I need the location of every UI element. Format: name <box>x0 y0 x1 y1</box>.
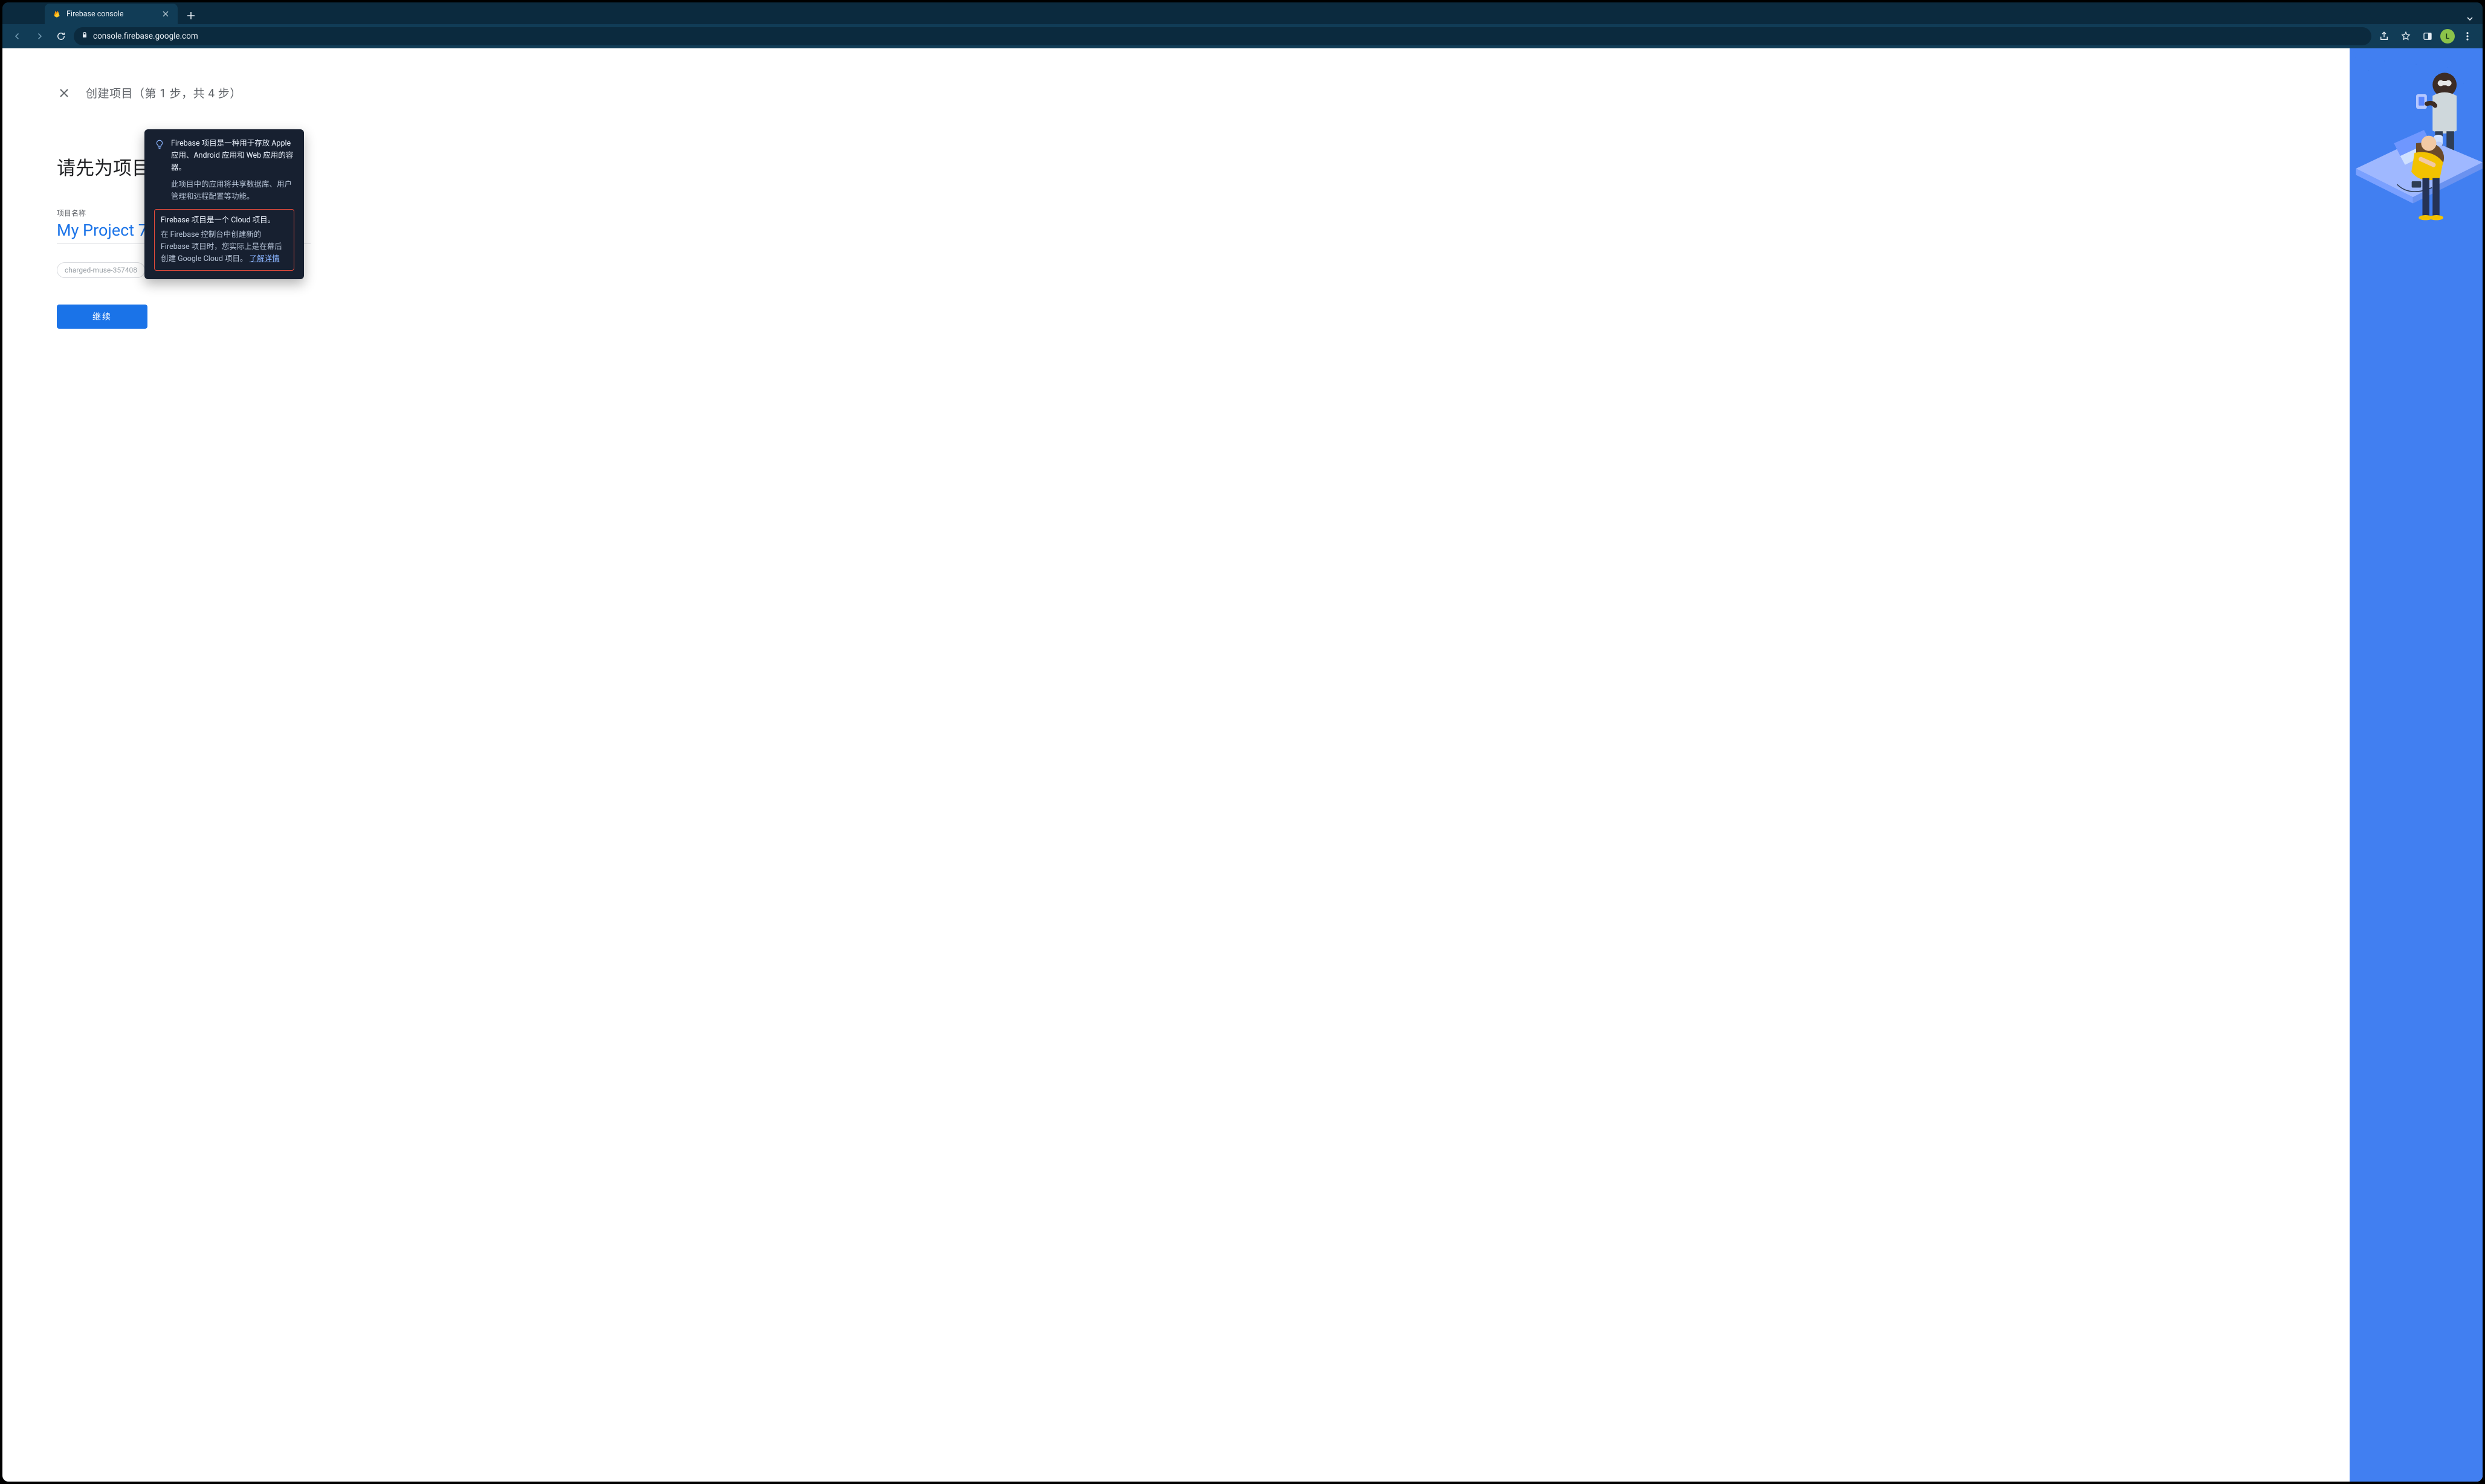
browser-toolbar: console.firebase.google.com L <box>2 24 2483 48</box>
profile-avatar[interactable]: L <box>2440 29 2455 44</box>
forward-button[interactable] <box>30 27 48 45</box>
tabs-dropdown-button[interactable] <box>2464 13 2475 24</box>
firebase-favicon-icon <box>52 9 62 19</box>
lightbulb-icon <box>154 139 165 150</box>
back-button[interactable] <box>8 27 27 45</box>
sidepanel-button[interactable] <box>2419 27 2437 45</box>
heading-prefix: 请先为项目 <box>57 157 150 179</box>
tab-strip: Firebase console <box>2 2 2483 24</box>
page-content: 创建项目（第 1 步，共 4 步） 请先为项目® 轮 项目名称 charged-… <box>2 48 546 365</box>
continue-button[interactable]: 继续 <box>57 305 147 329</box>
address-bar[interactable]: console.firebase.google.com <box>74 27 2371 45</box>
tooltip-box-body: 在 Firebase 控制台中创建新的 Firebase 项目时，您实际上是在幕… <box>161 229 288 265</box>
reload-button[interactable] <box>52 27 70 45</box>
share-button[interactable] <box>2375 27 2393 45</box>
page-title: 创建项目（第 1 步，共 4 步） <box>86 85 242 101</box>
info-tooltip: Firebase 项目是一种用于存放 Apple 应用、Android 应用和 … <box>144 129 304 279</box>
tooltip-line-2: 此项目中的应用将共享数据库、用户管理和远程配置等功能。 <box>171 179 294 203</box>
page-header: 创建项目（第 1 步，共 4 步） <box>57 85 492 101</box>
browser-tab[interactable]: Firebase console <box>45 4 178 24</box>
tooltip-highlight-box: Firebase 项目是一个 Cloud 项目。 在 Firebase 控制台中… <box>154 209 294 271</box>
tab-title: Firebase console <box>66 10 124 19</box>
new-tab-button[interactable] <box>183 7 199 24</box>
close-icon[interactable] <box>57 86 71 100</box>
tooltip-line-1: Firebase 项目是一种用于存放 Apple 应用、Android 应用和 … <box>171 138 294 174</box>
app-window: Firebase console console.firebase.google… <box>2 2 2483 1482</box>
lock-icon <box>81 31 88 41</box>
learn-more-link[interactable]: 了解详情 <box>250 254 280 263</box>
tooltip-box-title: Firebase 项目是一个 Cloud 项目。 <box>161 215 288 227</box>
tab-close-icon[interactable] <box>161 9 170 19</box>
illustration-panel <box>2350 48 2483 1482</box>
bookmark-button[interactable] <box>2397 27 2415 45</box>
project-id-chip: charged-muse-357408 <box>57 262 145 278</box>
page-viewport: 创建项目（第 1 步，共 4 步） 请先为项目® 轮 项目名称 charged-… <box>2 48 2483 1482</box>
url-text: console.firebase.google.com <box>93 31 198 41</box>
kebab-menu-button[interactable] <box>2458 27 2477 45</box>
